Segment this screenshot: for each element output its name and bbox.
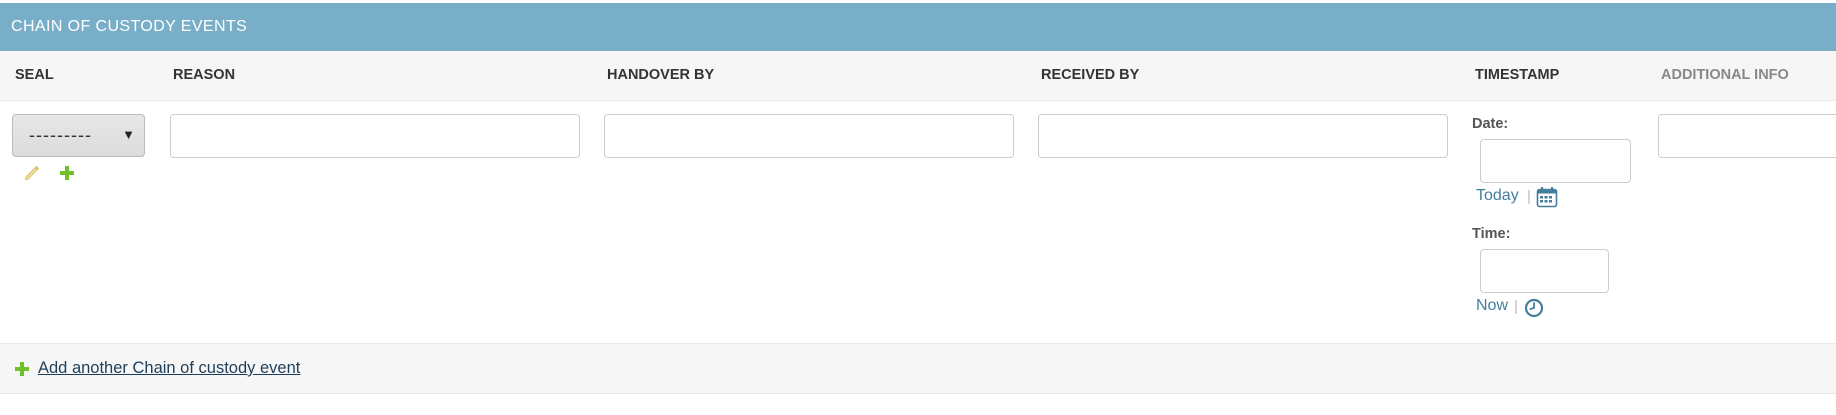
date-input[interactable] xyxy=(1480,139,1631,183)
handover-by-input[interactable] xyxy=(604,114,1014,158)
time-label: Time: xyxy=(1472,226,1511,242)
column-header-additional-info: ADDITIONAL INFO xyxy=(1661,67,1789,83)
received-by-input[interactable] xyxy=(1038,114,1448,158)
additional-info-input[interactable] xyxy=(1658,114,1836,158)
section-caption: CHAIN OF CUSTODY EVENTS xyxy=(0,3,1836,51)
dropdown-arrow-icon: ▼ xyxy=(122,127,135,142)
add-another-button[interactable]: Add another Chain of custody event xyxy=(14,359,300,378)
clock-icon xyxy=(1524,298,1544,318)
now-link[interactable]: Now xyxy=(1476,297,1508,315)
plus-icon xyxy=(60,166,74,180)
inline-formset: CHAIN OF CUSTODY EVENTS SEAL REASON HAND… xyxy=(0,0,1836,415)
section-title: CHAIN OF CUSTODY EVENTS xyxy=(11,18,248,35)
reason-input[interactable] xyxy=(170,114,580,158)
calendar-button[interactable] xyxy=(1535,185,1559,209)
column-header-timestamp: TIMESTAMP xyxy=(1475,67,1560,83)
column-header-reason: REASON xyxy=(173,67,236,83)
today-link[interactable]: Today xyxy=(1476,187,1519,205)
time-separator: | xyxy=(1514,298,1518,315)
column-header-handover-by: HANDOVER BY xyxy=(607,67,715,83)
seal-select[interactable]: --------- ▼ xyxy=(12,114,145,157)
edit-seal-button[interactable] xyxy=(22,163,42,183)
clock-button[interactable] xyxy=(1522,296,1546,320)
add-another-link[interactable]: Add another Chain of custody event xyxy=(38,359,300,378)
time-input[interactable] xyxy=(1480,249,1609,293)
table-row: --------- ▼ Date: Today | Time: Now | xyxy=(0,101,1836,344)
date-label: Date: xyxy=(1472,116,1509,132)
calendar-icon xyxy=(1536,187,1558,208)
table-header: SEAL REASON HANDOVER BY RECEIVED BY TIME… xyxy=(0,51,1836,101)
date-separator: | xyxy=(1527,188,1531,205)
plus-icon xyxy=(15,361,29,376)
add-another-row: Add another Chain of custody event xyxy=(0,344,1836,394)
seal-select-value: --------- xyxy=(29,125,92,145)
pencil-icon xyxy=(24,165,40,181)
column-header-received-by: RECEIVED BY xyxy=(1041,67,1140,83)
add-seal-button[interactable] xyxy=(57,163,77,183)
column-header-seal: SEAL xyxy=(15,67,54,83)
